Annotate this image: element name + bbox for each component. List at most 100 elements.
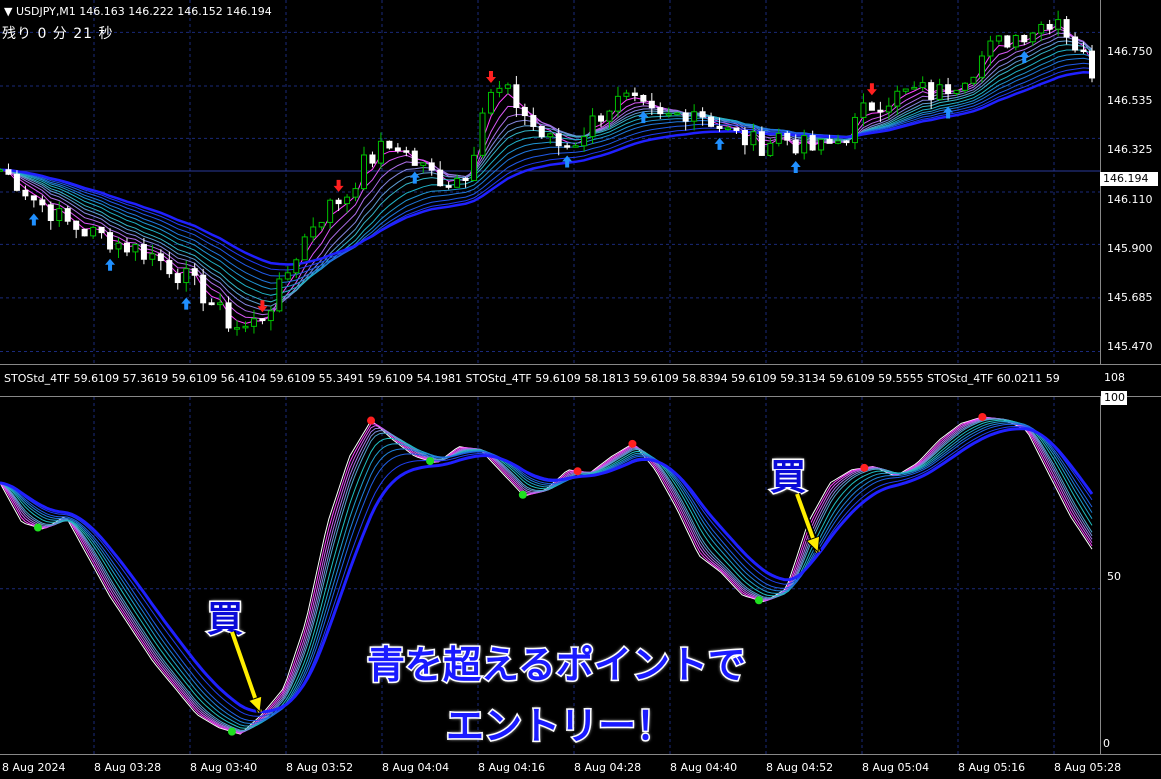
candle-body — [420, 162, 427, 166]
candle-body — [521, 106, 528, 117]
candle-body — [1072, 36, 1079, 51]
candle-body — [564, 145, 571, 148]
candle-body — [149, 253, 156, 260]
candle-body — [1055, 19, 1062, 30]
candle-body — [250, 318, 257, 327]
candle-body — [454, 177, 461, 188]
candle-body — [140, 244, 147, 260]
candle-body — [242, 325, 249, 329]
buy-signal-arrow — [105, 258, 116, 271]
candle-body — [581, 136, 588, 147]
annotation-text-line2: エントリー！ — [444, 703, 675, 750]
candle-body — [73, 220, 80, 230]
candle-body — [767, 142, 774, 156]
time-tick: 8 Aug 03:28 — [94, 761, 162, 774]
candle-body — [860, 102, 867, 118]
oversold-dot — [426, 457, 435, 466]
candle-body — [369, 154, 376, 164]
candle-body — [0, 169, 3, 172]
buy-signal-arrow — [714, 137, 725, 150]
candle-body — [471, 154, 478, 181]
indicator-max-level: 108 — [1104, 371, 1125, 384]
time-tick: 8 Aug 2024 — [2, 761, 66, 774]
time-tick: 8 Aug 04:52 — [766, 761, 834, 774]
time-axis[interactable]: 8 Aug 2024 8 Aug 03:28 8 Aug 03:40 8 Aug… — [0, 754, 1161, 779]
oversold-dot — [754, 596, 763, 605]
time-tick: 8 Aug 05:04 — [862, 761, 930, 774]
candle-body — [293, 259, 300, 274]
oversold-dot — [227, 727, 236, 736]
candle-body — [640, 94, 647, 102]
candle-body — [1046, 23, 1053, 30]
candle-body — [191, 268, 198, 276]
candle-body — [725, 127, 731, 130]
candle-body — [928, 82, 935, 100]
candle-body — [90, 226, 97, 237]
overbought-dot — [978, 412, 987, 421]
candle-body — [708, 116, 715, 127]
candle-body — [39, 199, 46, 206]
buy-signal-arrow — [28, 213, 39, 226]
candle-body — [758, 131, 765, 156]
candle-body — [1012, 35, 1019, 48]
level-0-label: 0 — [1103, 737, 1110, 750]
candle-body — [107, 232, 114, 250]
candle-body — [572, 145, 579, 148]
price-tick: 146.325 — [1107, 143, 1153, 156]
candle-body — [64, 208, 71, 222]
price-tick: 146.110 — [1107, 193, 1153, 206]
overbought-dot — [367, 416, 376, 425]
price-chart-svg[interactable] — [0, 0, 1100, 364]
candle-body — [877, 109, 884, 113]
candle-body — [699, 111, 706, 118]
candle-body — [30, 195, 37, 201]
candle-body — [217, 302, 224, 306]
candle-body — [310, 226, 317, 238]
candle-body — [648, 100, 655, 109]
candle-body — [208, 302, 215, 306]
candle-body — [462, 177, 469, 181]
level-50-label: 50 — [1107, 570, 1121, 583]
level-100-label: 100 — [1101, 391, 1127, 405]
ema-ribbon-line — [0, 24, 1093, 325]
candle-body — [741, 129, 748, 146]
candle-body — [487, 91, 494, 114]
candle-body — [716, 125, 723, 129]
candle-body — [174, 273, 181, 284]
candle-body — [157, 253, 164, 262]
time-tick: 8 Aug 05:16 — [958, 761, 1026, 774]
candle-body — [623, 92, 630, 97]
candle-body — [47, 204, 54, 222]
candle-body — [614, 95, 621, 112]
candle-body — [682, 112, 689, 122]
candle-body — [530, 115, 537, 127]
oscillator-axis[interactable]: 100 50 0 — [1100, 391, 1161, 754]
buy-annotation-1: 買 — [205, 598, 244, 642]
price-tick: 145.470 — [1107, 340, 1153, 353]
indicator-values: STOStd_4TF 59.6109 57.3619 59.6109 56.41… — [4, 372, 1060, 385]
candle-body — [919, 82, 926, 88]
candle-body — [835, 140, 842, 144]
candle-body — [606, 110, 613, 122]
candle-body — [496, 87, 503, 93]
candle-body — [377, 140, 384, 164]
buy-annotation-2: 買 — [768, 456, 807, 500]
ema-ribbon-line — [0, 36, 1093, 311]
candle-body — [674, 112, 681, 115]
price-chart-pane[interactable]: ▼ USDJPY,M1 146.163 146.222 146.152 146.… — [0, 0, 1100, 364]
candle-body — [5, 169, 12, 175]
candle-body — [547, 133, 554, 138]
candle-body — [555, 133, 562, 147]
candle-body — [56, 208, 63, 222]
sell-signal-arrow — [866, 83, 877, 96]
candle-body — [166, 260, 173, 275]
candle-body — [81, 228, 88, 237]
price-tick: 145.900 — [1107, 242, 1153, 255]
symbol-title: ▼ USDJPY,M1 146.163 146.222 146.152 146.… — [4, 5, 272, 18]
candle-body — [978, 55, 985, 78]
candle-body — [132, 244, 139, 253]
candle-body — [538, 125, 545, 138]
time-tick: 8 Aug 03:52 — [286, 761, 354, 774]
candle-body — [851, 116, 858, 144]
candle-body — [301, 236, 308, 261]
